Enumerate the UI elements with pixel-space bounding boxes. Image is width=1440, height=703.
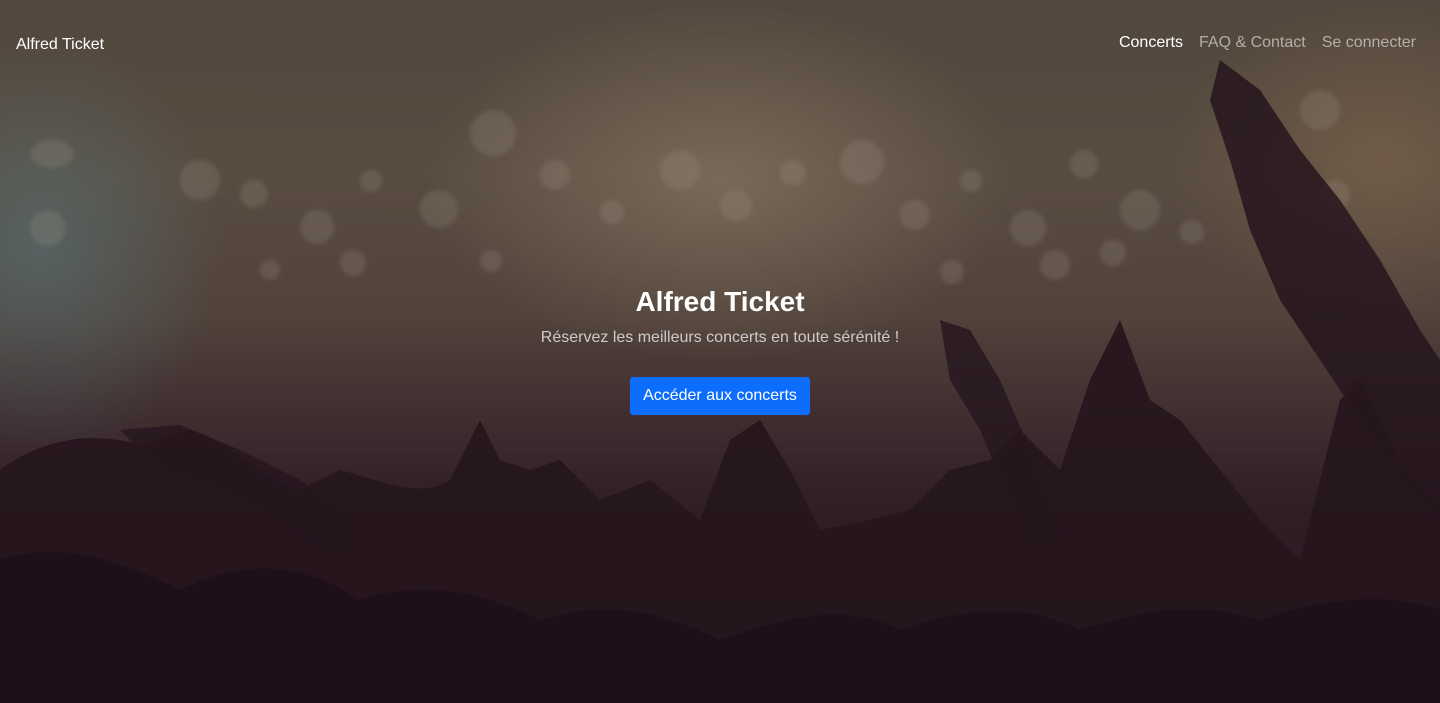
nav-link-faq-contact[interactable]: FAQ & Contact: [1199, 34, 1306, 52]
page: Alfred Ticket Concerts FAQ & Contact Se …: [0, 0, 1440, 703]
nav-link-login[interactable]: Se connecter: [1322, 34, 1416, 52]
hero-subtitle: Réservez les meilleurs concerts en toute…: [540, 329, 900, 346]
hero-section: Alfred Ticket Réservez les meilleurs con…: [0, 282, 1440, 415]
nav-link-concerts[interactable]: Concerts: [1119, 34, 1183, 52]
nav-links: Concerts FAQ & Contact Se connecter: [1119, 34, 1416, 52]
navbar: Alfred Ticket Concerts FAQ & Contact Se …: [0, 0, 1440, 88]
brand-logo-link[interactable]: Alfred Ticket: [16, 36, 104, 54]
hero-title: Alfred Ticket: [635, 286, 805, 317]
access-concerts-button[interactable]: Accéder aux concerts: [630, 377, 810, 415]
